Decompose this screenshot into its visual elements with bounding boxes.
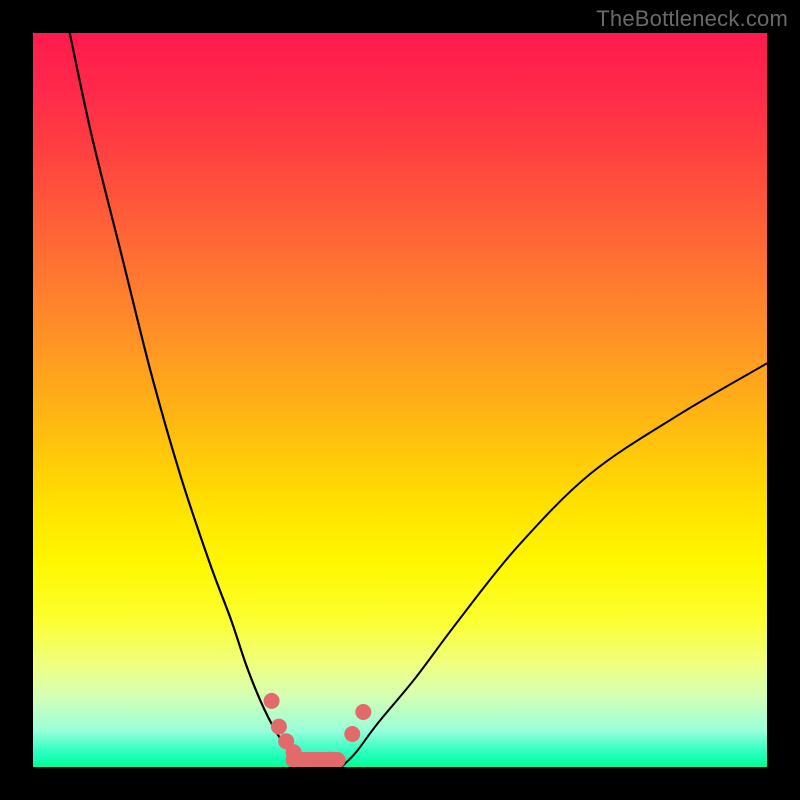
- marker-point: [344, 726, 360, 742]
- left-curve: [70, 33, 301, 767]
- plot-area: [33, 33, 767, 767]
- watermark-text: TheBottleneck.com: [596, 6, 788, 32]
- marker-point: [293, 752, 309, 767]
- right-curve: [341, 363, 767, 767]
- marker-point: [264, 693, 280, 709]
- marker-point: [322, 752, 338, 767]
- marker-point: [355, 704, 371, 720]
- curves-svg: [33, 33, 767, 767]
- marker-point: [271, 719, 287, 735]
- chart-frame: TheBottleneck.com: [0, 0, 800, 800]
